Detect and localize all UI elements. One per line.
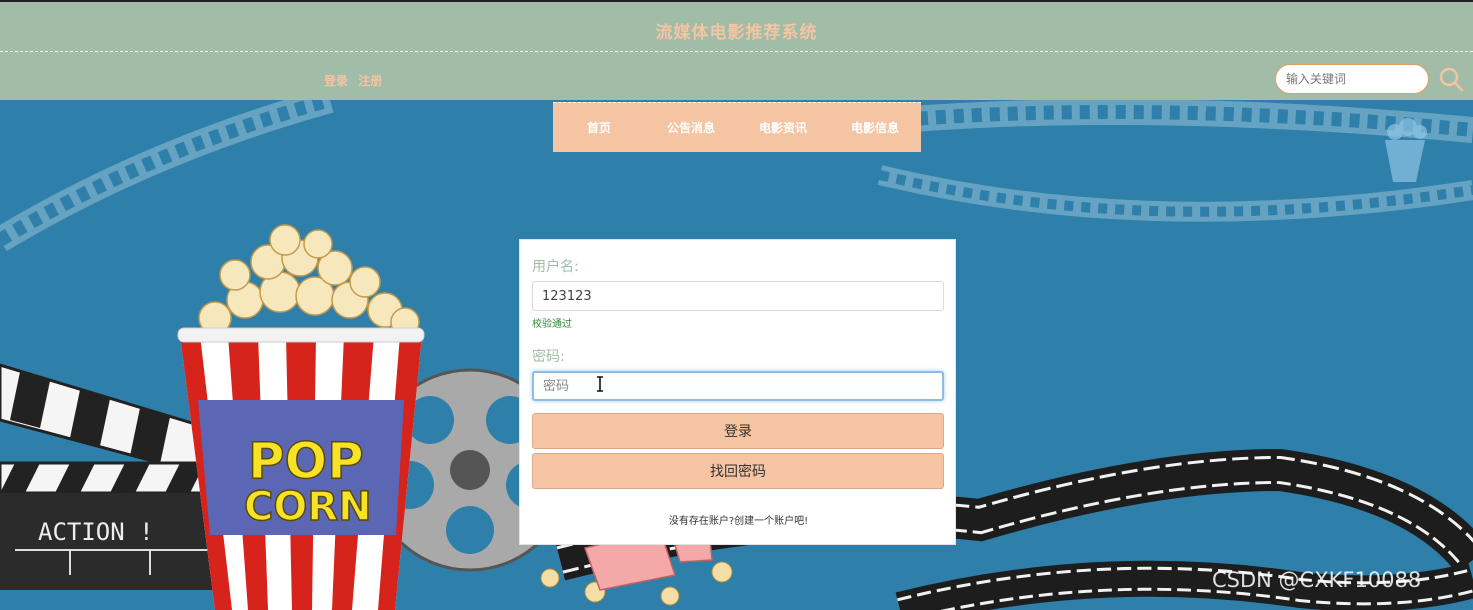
- register-link[interactable]: 注册: [358, 74, 382, 88]
- login-form: 用户名: 校验通过 密码: 登录 找回密码 没有存在账户?创建一个账户吧!: [519, 239, 956, 545]
- nav-item-movie-info[interactable]: 电影信息: [829, 119, 921, 136]
- clapper-text: ACTION !: [38, 518, 154, 546]
- login-button[interactable]: 登录: [532, 413, 944, 449]
- login-link[interactable]: 登录: [324, 74, 348, 88]
- username-validation-text: 校验通过: [532, 319, 572, 330]
- header-divider: [0, 51, 1473, 52]
- popcorn-text-top: POP: [248, 432, 364, 490]
- nav-item-announcements[interactable]: 公告消息: [645, 119, 737, 136]
- text-cursor-icon: [597, 376, 603, 392]
- search-icon[interactable]: [1438, 66, 1464, 92]
- main-nav: 首页 公告消息 电影资讯 电影信息: [553, 102, 921, 152]
- recover-password-button[interactable]: 找回密码: [532, 453, 944, 489]
- watermark: CSDN @CXKF10088: [1212, 568, 1422, 592]
- popcorn-text-bottom: CORN: [244, 484, 372, 530]
- site-header: 流媒体电影推荐系统 登录 注册: [0, 0, 1473, 100]
- username-label: 用户名:: [532, 259, 579, 275]
- site-title: 流媒体电影推荐系统: [655, 23, 818, 43]
- nav-item-home[interactable]: 首页: [553, 119, 645, 136]
- password-input[interactable]: [532, 371, 944, 401]
- username-input[interactable]: [532, 281, 944, 311]
- create-account-link[interactable]: 没有存在账户?创建一个账户吧!: [520, 512, 957, 527]
- nav-item-movie-news[interactable]: 电影资讯: [737, 119, 829, 136]
- search-input[interactable]: [1275, 64, 1429, 94]
- auth-links: 登录 注册: [324, 72, 388, 89]
- password-label: 密码:: [532, 349, 565, 365]
